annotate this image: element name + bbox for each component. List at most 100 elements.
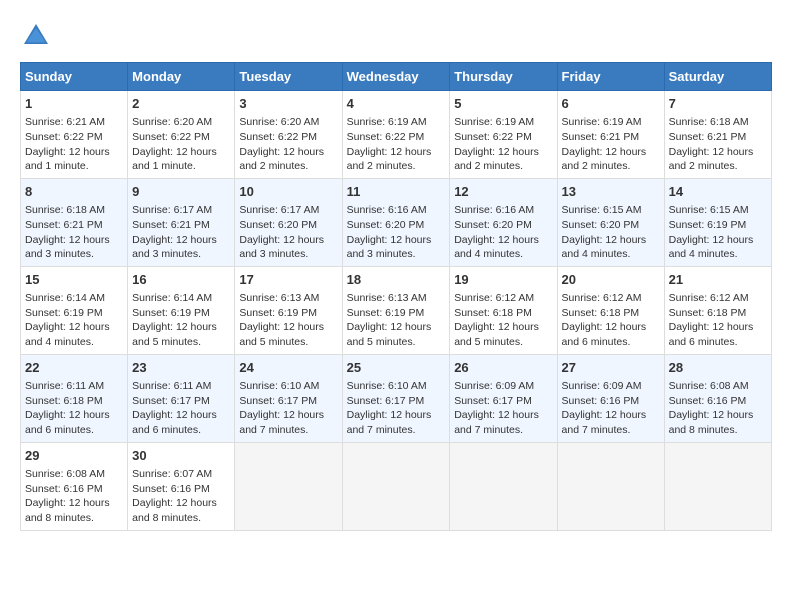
calendar-cell: 27Sunrise: 6:09 AMSunset: 6:16 PMDayligh… xyxy=(557,354,664,442)
sunset-text: Sunset: 6:17 PM xyxy=(239,394,337,409)
sunset-text: Sunset: 6:18 PM xyxy=(562,306,660,321)
calendar-cell: 24 Sunrise: 6:10 AMSunset: 6:17 PMDayligh… xyxy=(235,354,342,442)
logo-icon xyxy=(20,20,52,52)
calendar-cell: 28Sunrise: 6:08 AMSunset: 6:16 PMDayligh… xyxy=(664,354,771,442)
sunset-text: Sunset: 6:22 PM xyxy=(132,130,230,145)
sunset-text: Sunset: 6:16 PM xyxy=(25,482,123,497)
sunrise-text: Sunrise: 6:08 AM xyxy=(669,379,767,394)
sunrise-text: Sunrise: 6:12 AM xyxy=(454,291,552,306)
sunset-text: Sunset: 6:17 PM xyxy=(132,394,230,409)
sunset-text: Sunset: 6:17 PM xyxy=(347,394,446,409)
calendar-cell xyxy=(664,442,771,530)
sunrise-text: Sunrise: 6:20 AM xyxy=(239,115,337,130)
daylight-text: Daylight: 12 hours and 6 minutes. xyxy=(25,408,123,437)
sunrise-text: Sunrise: 6:08 AM xyxy=(25,467,123,482)
sunrise-text: Sunrise: 6:12 AM xyxy=(562,291,660,306)
calendar-cell: 18Sunrise: 6:13 AMSunset: 6:19 PMDayligh… xyxy=(342,266,450,354)
day-number: 26 xyxy=(454,359,552,377)
sunset-text: Sunset: 6:21 PM xyxy=(669,130,767,145)
day-number: 4 xyxy=(347,95,446,113)
sunset-text: Sunset: 6:22 PM xyxy=(454,130,552,145)
calendar-cell: 25Sunrise: 6:10 AMSunset: 6:17 PMDayligh… xyxy=(342,354,450,442)
sunrise-text: Sunrise: 6:13 AM xyxy=(239,291,337,306)
daylight-text: Daylight: 12 hours and 2 minutes. xyxy=(347,145,446,174)
daylight-text: Daylight: 12 hours and 7 minutes. xyxy=(562,408,660,437)
sunrise-text: Sunrise: 6:19 AM xyxy=(454,115,552,130)
day-number: 25 xyxy=(347,359,446,377)
sunrise-text: Sunrise: 6:19 AM xyxy=(562,115,660,130)
calendar-cell: 9Sunrise: 6:17 AMSunset: 6:21 PMDaylight… xyxy=(128,178,235,266)
day-number: 1 xyxy=(25,95,123,113)
day-number: 13 xyxy=(562,183,660,201)
calendar-cell: 30Sunrise: 6:07 AMSunset: 6:16 PMDayligh… xyxy=(128,442,235,530)
day-number: 15 xyxy=(25,271,123,289)
calendar-header-row: SundayMondayTuesdayWednesdayThursdayFrid… xyxy=(21,63,772,91)
calendar-cell xyxy=(342,442,450,530)
calendar-cell: 6Sunrise: 6:19 AMSunset: 6:21 PMDaylight… xyxy=(557,91,664,179)
calendar-cell: 20Sunrise: 6:12 AMSunset: 6:18 PMDayligh… xyxy=(557,266,664,354)
calendar-cell: 19Sunrise: 6:12 AMSunset: 6:18 PMDayligh… xyxy=(450,266,557,354)
calendar-week-row: 29Sunrise: 6:08 AMSunset: 6:16 PMDayligh… xyxy=(21,442,772,530)
day-number: 18 xyxy=(347,271,446,289)
calendar-week-row: 22Sunrise: 6:11 AMSunset: 6:18 PMDayligh… xyxy=(21,354,772,442)
sunset-text: Sunset: 6:20 PM xyxy=(239,218,337,233)
calendar-header-wednesday: Wednesday xyxy=(342,63,450,91)
calendar-cell: 16Sunrise: 6:14 AMSunset: 6:19 PMDayligh… xyxy=(128,266,235,354)
sunset-text: Sunset: 6:16 PM xyxy=(562,394,660,409)
daylight-text: Daylight: 12 hours and 7 minutes. xyxy=(454,408,552,437)
logo xyxy=(20,20,56,52)
calendar-cell: 12Sunrise: 6:16 AMSunset: 6:20 PMDayligh… xyxy=(450,178,557,266)
daylight-text: Daylight: 12 hours and 3 minutes. xyxy=(239,233,337,262)
day-number: 24 xyxy=(239,359,337,377)
day-number: 6 xyxy=(562,95,660,113)
calendar-header-friday: Friday xyxy=(557,63,664,91)
sunset-text: Sunset: 6:19 PM xyxy=(132,306,230,321)
calendar-cell: 23Sunrise: 6:11 AMSunset: 6:17 PMDayligh… xyxy=(128,354,235,442)
daylight-text: Daylight: 12 hours and 7 minutes. xyxy=(239,408,337,437)
sunrise-text: Sunrise: 6:09 AM xyxy=(454,379,552,394)
day-number: 21 xyxy=(669,271,767,289)
sunset-text: Sunset: 6:22 PM xyxy=(347,130,446,145)
sunset-text: Sunset: 6:21 PM xyxy=(132,218,230,233)
calendar-cell: 3Sunrise: 6:20 AMSunset: 6:22 PMDaylight… xyxy=(235,91,342,179)
daylight-text: Daylight: 12 hours and 5 minutes. xyxy=(239,320,337,349)
sunrise-text: Sunrise: 6:14 AM xyxy=(132,291,230,306)
daylight-text: Daylight: 12 hours and 2 minutes. xyxy=(562,145,660,174)
calendar-header-saturday: Saturday xyxy=(664,63,771,91)
daylight-text: Daylight: 12 hours and 2 minutes. xyxy=(454,145,552,174)
daylight-text: Daylight: 12 hours and 6 minutes. xyxy=(132,408,230,437)
calendar-cell: 8Sunrise: 6:18 AMSunset: 6:21 PMDaylight… xyxy=(21,178,128,266)
day-number: 27 xyxy=(562,359,660,377)
daylight-text: Daylight: 12 hours and 3 minutes. xyxy=(347,233,446,262)
sunset-text: Sunset: 6:21 PM xyxy=(25,218,123,233)
calendar-cell: 1Sunrise: 6:21 AMSunset: 6:22 PMDaylight… xyxy=(21,91,128,179)
sunset-text: Sunset: 6:22 PM xyxy=(25,130,123,145)
daylight-text: Daylight: 12 hours and 3 minutes. xyxy=(132,233,230,262)
daylight-text: Daylight: 12 hours and 2 minutes. xyxy=(239,145,337,174)
sunset-text: Sunset: 6:17 PM xyxy=(454,394,552,409)
sunset-text: Sunset: 6:20 PM xyxy=(347,218,446,233)
day-number: 2 xyxy=(132,95,230,113)
sunrise-text: Sunrise: 6:15 AM xyxy=(669,203,767,218)
sunrise-text: Sunrise: 6:10 AM xyxy=(239,379,337,394)
sunrise-text: Sunrise: 6:19 AM xyxy=(347,115,446,130)
sunset-text: Sunset: 6:19 PM xyxy=(25,306,123,321)
daylight-text: Daylight: 12 hours and 5 minutes. xyxy=(132,320,230,349)
sunrise-text: Sunrise: 6:18 AM xyxy=(25,203,123,218)
calendar-cell: 29Sunrise: 6:08 AMSunset: 6:16 PMDayligh… xyxy=(21,442,128,530)
day-number: 12 xyxy=(454,183,552,201)
calendar-cell: 26 Sunrise: 6:09 AMSunset: 6:17 PMDayligh… xyxy=(450,354,557,442)
sunrise-text: Sunrise: 6:14 AM xyxy=(25,291,123,306)
calendar-cell: 22Sunrise: 6:11 AMSunset: 6:18 PMDayligh… xyxy=(21,354,128,442)
day-number: 5 xyxy=(454,95,552,113)
calendar-header-monday: Monday xyxy=(128,63,235,91)
daylight-text: Daylight: 12 hours and 8 minutes. xyxy=(25,496,123,525)
sunrise-text: Sunrise: 6:17 AM xyxy=(132,203,230,218)
day-number: 23 xyxy=(132,359,230,377)
sunset-text: Sunset: 6:16 PM xyxy=(669,394,767,409)
day-number: 17 xyxy=(239,271,337,289)
sunrise-text: Sunrise: 6:21 AM xyxy=(25,115,123,130)
day-number: 28 xyxy=(669,359,767,377)
calendar-week-row: 8Sunrise: 6:18 AMSunset: 6:21 PMDaylight… xyxy=(21,178,772,266)
calendar-cell xyxy=(450,442,557,530)
